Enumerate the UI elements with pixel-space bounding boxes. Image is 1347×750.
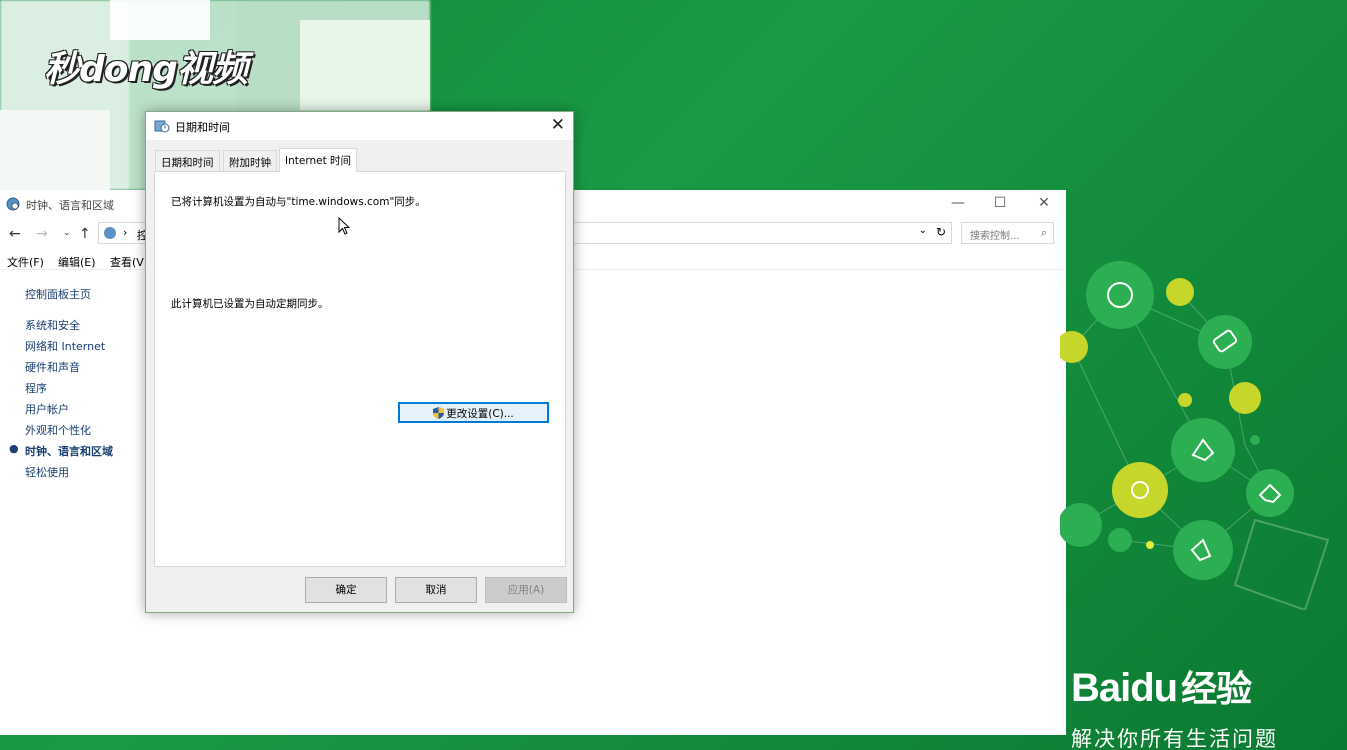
control-panel-icon bbox=[104, 227, 116, 239]
close-icon[interactable]: ✕ bbox=[551, 115, 565, 135]
tab-date-time[interactable]: 日期和时间 bbox=[155, 150, 220, 171]
tab-additional-clocks[interactable]: 附加时钟 bbox=[223, 150, 277, 171]
search-placeholder: 搜索控制... bbox=[970, 231, 1020, 242]
mouse-cursor-icon bbox=[338, 217, 350, 235]
date-time-icon bbox=[154, 120, 170, 133]
tab-internet-time[interactable]: Internet 时间 bbox=[279, 148, 358, 172]
ok-button[interactable]: 确定 bbox=[305, 577, 387, 603]
uac-shield-icon bbox=[433, 407, 445, 419]
sync-status-text: 已将计算机设置为自动与"time.windows.com"同步。 bbox=[171, 196, 426, 208]
baidu-slogan: 解决你所有生活问题 bbox=[1071, 727, 1278, 750]
close-icon[interactable]: ✕ bbox=[1024, 195, 1064, 211]
sidebar-item-ease-of-access[interactable]: 轻松使用 bbox=[25, 464, 69, 480]
baidu-logo-text: Bai bbox=[1071, 666, 1131, 710]
internet-time-panel: 已将计算机设置为自动与"time.windows.com"同步。 此计算机已设置… bbox=[154, 171, 566, 567]
back-arrow-icon[interactable]: ← bbox=[9, 226, 21, 242]
baidu-du-text: du bbox=[1130, 666, 1178, 710]
change-settings-label: 更改设置(C)... bbox=[446, 408, 514, 420]
blurred-block bbox=[110, 0, 210, 40]
change-settings-button[interactable]: 更改设置(C)... bbox=[398, 402, 549, 423]
sidebar-item-hardware-sound[interactable]: 硬件和声音 bbox=[25, 359, 80, 375]
sidebar-item-home[interactable]: 控制面板主页 bbox=[25, 286, 91, 302]
refresh-icon[interactable]: ↻ bbox=[936, 225, 946, 239]
dialog-titlebar: 日期和时间 ✕ bbox=[146, 112, 573, 140]
sidebar-item-system-security[interactable]: 系统和安全 bbox=[25, 317, 80, 333]
cp-window-title: 时钟、语言和区域 bbox=[26, 199, 114, 212]
cancel-button[interactable]: 取消 bbox=[395, 577, 477, 603]
minimize-icon[interactable]: — bbox=[938, 195, 978, 211]
date-time-dialog: 日期和时间 ✕ 日期和时间 附加时钟 Internet 时间 已将计算机设置为自… bbox=[145, 111, 574, 613]
sidebar-item-clock-region[interactable]: 时钟、语言和区域 bbox=[25, 443, 113, 459]
search-input[interactable]: 搜索控制... ⌕ bbox=[961, 222, 1054, 244]
up-arrow-icon[interactable]: ↑ bbox=[79, 226, 91, 242]
blurred-block bbox=[0, 110, 110, 190]
baidu-jingyan-text: 经验 bbox=[1181, 669, 1252, 710]
menu-file[interactable]: 文件(F) bbox=[7, 254, 44, 270]
decorative-network-graphic bbox=[1060, 261, 1330, 610]
active-bullet-icon: ● bbox=[9, 442, 19, 455]
apply-button[interactable]: 应用(A) bbox=[485, 577, 567, 603]
clock-globe-icon bbox=[6, 197, 20, 211]
menu-edit[interactable]: 编辑(E) bbox=[58, 254, 96, 270]
maximize-icon[interactable]: ☐ bbox=[980, 195, 1020, 211]
miaodong-logo: 秒dong视频 bbox=[44, 49, 248, 90]
blurred-block bbox=[300, 20, 430, 110]
forward-arrow-icon[interactable]: → bbox=[36, 226, 48, 242]
schedule-status-text: 此计算机已设置为自动定期同步。 bbox=[171, 298, 329, 310]
dialog-title: 日期和时间 bbox=[175, 121, 230, 134]
sidebar-item-programs[interactable]: 程序 bbox=[25, 380, 47, 396]
breadcrumb-chevron-icon: › bbox=[123, 226, 128, 239]
address-dropdown-icon[interactable]: ⌄ bbox=[919, 225, 927, 236]
sidebar-item-network[interactable]: 网络和 Internet bbox=[25, 338, 105, 354]
sidebar-item-appearance[interactable]: 外观和个性化 bbox=[25, 422, 91, 438]
recent-dropdown-icon[interactable]: ⌄ bbox=[63, 228, 71, 238]
sidebar-item-user-accounts[interactable]: 用户帐户 bbox=[25, 401, 69, 417]
baidu-jingyan-logo: Baidu 经验 bbox=[1071, 660, 1252, 712]
menu-view[interactable]: 查看(V bbox=[110, 254, 144, 270]
search-icon: ⌕ bbox=[1040, 226, 1047, 239]
